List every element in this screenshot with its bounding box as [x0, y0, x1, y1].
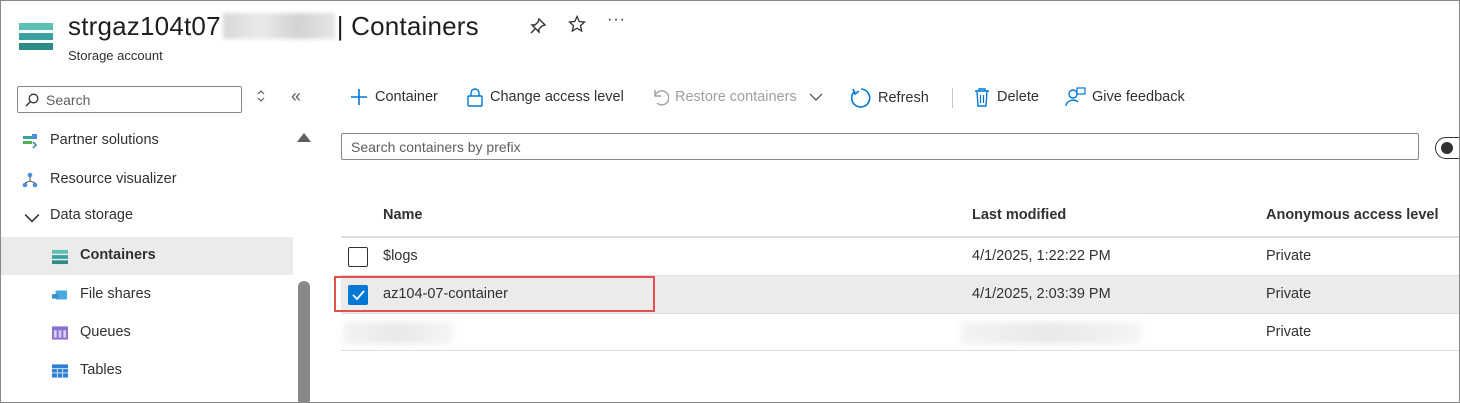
sidebar-item-label: Queues: [80, 324, 131, 340]
grid-bottom-divider: [341, 350, 1459, 351]
undo-icon: [654, 90, 669, 106]
sidebar-item-label: Containers: [80, 247, 156, 263]
containers-icon: [52, 249, 68, 265]
toggle-knob: [1441, 142, 1453, 154]
access-level-cell: Private: [1266, 248, 1312, 264]
chevron-down-icon: [24, 214, 40, 223]
table-row[interactable]: Private: [341, 313, 1459, 351]
partner-icon: [23, 134, 38, 149]
delete-button[interactable]: Delete: [973, 87, 1039, 111]
chevron-down-icon: [809, 93, 823, 101]
column-header-name[interactable]: Name: [383, 207, 423, 223]
change-access-level-button[interactable]: Change access level: [466, 87, 624, 111]
search-icon: [25, 93, 39, 107]
last-modified-cell: 4/1/2025, 1:22:22 PM: [972, 248, 1111, 264]
redacted-date: [961, 322, 1141, 344]
last-modified-cell: 4/1/2025, 2:03:39 PM: [972, 286, 1111, 302]
sidebar-item-queues[interactable]: Queues: [1, 314, 293, 352]
annotation-highlight-box: [334, 276, 655, 312]
sidebar-item-label: Partner solutions: [50, 132, 159, 148]
refresh-button[interactable]: Refresh: [850, 87, 929, 111]
sidebar-item-label: File shares: [80, 286, 151, 302]
star-icon[interactable]: [567, 14, 587, 38]
app-window: strgaz104t07 | Containers Storage account…: [0, 0, 1460, 403]
pin-icon[interactable]: [529, 17, 547, 40]
plus-icon: [351, 89, 367, 105]
table-row[interactable]: $logs 4/1/2025, 1:22:22 PM Private: [341, 237, 1459, 275]
sidebar-item-partner-solutions[interactable]: Partner solutions: [1, 122, 293, 160]
prefix-search-input[interactable]: [351, 137, 1401, 157]
file-shares-icon: [52, 290, 68, 300]
sidebar-item-file-shares[interactable]: File shares: [1, 276, 293, 314]
show-deleted-toggle[interactable]: [1435, 137, 1459, 159]
scroll-up-arrow-icon[interactable]: [297, 133, 311, 142]
tables-icon: [52, 364, 68, 378]
sidebar-search-input[interactable]: [46, 90, 236, 110]
storage-account-icon: [19, 23, 53, 51]
column-header-access-level[interactable]: Anonymous access level: [1266, 207, 1438, 223]
visualizer-icon: [22, 172, 38, 188]
lock-icon: [467, 88, 483, 107]
sidebar-item-resource-visualizer[interactable]: Resource visualizer: [1, 161, 293, 199]
access-level-cell: Private: [1266, 286, 1312, 302]
redacted-name: [343, 322, 453, 344]
access-level-cell: Private: [1266, 324, 1312, 340]
add-container-button[interactable]: Container: [349, 87, 438, 111]
sidebar-item-containers[interactable]: Containers: [1, 237, 293, 275]
container-name-link[interactable]: $logs: [383, 248, 418, 264]
more-icon[interactable]: ···: [607, 11, 626, 29]
prefix-search[interactable]: [341, 133, 1419, 160]
refresh-icon: [850, 88, 871, 108]
give-feedback-button[interactable]: Give feedback: [1064, 87, 1185, 111]
sidebar-scrollbar[interactable]: [298, 281, 310, 402]
feedback-icon: [1065, 87, 1086, 107]
sort-icon[interactable]: [256, 89, 266, 106]
sidebar-search[interactable]: [17, 86, 242, 113]
sidebar-item-label: Resource visualizer: [50, 171, 177, 187]
sidebar-item-label: Data storage: [50, 207, 134, 223]
redacted-text: [222, 13, 335, 39]
column-header-last-modified[interactable]: Last modified: [972, 207, 1066, 223]
toolbar-divider: [952, 88, 953, 108]
row-checkbox[interactable]: [348, 247, 368, 267]
collapse-icon[interactable]: «: [291, 86, 301, 107]
page-subtitle: Storage account: [68, 48, 163, 63]
sidebar-item-tables[interactable]: Tables: [1, 352, 293, 390]
sidebar-group-data-storage[interactable]: Data storage: [1, 197, 293, 235]
sidebar-item-label: Tables: [80, 362, 122, 378]
trash-icon: [975, 88, 989, 107]
queues-icon: [52, 326, 68, 340]
restore-containers-button[interactable]: Restore containers: [651, 87, 823, 111]
page-title: strgaz104t07 | Containers: [68, 11, 479, 41]
